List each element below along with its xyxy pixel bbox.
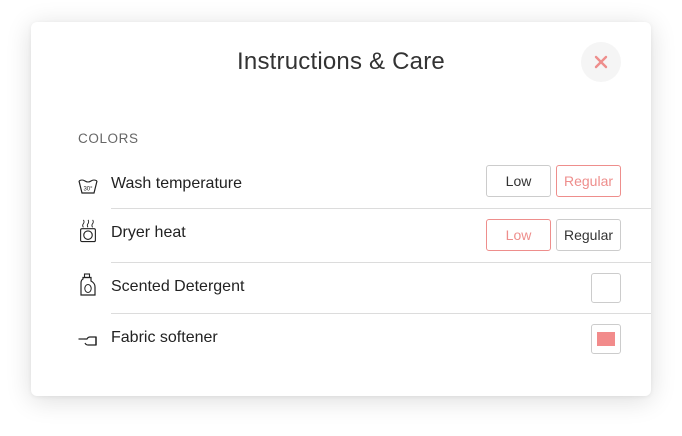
row-label: Dryer heat bbox=[111, 224, 186, 241]
svg-text:30°: 30° bbox=[83, 187, 93, 193]
close-button[interactable] bbox=[581, 42, 621, 82]
row-label: Fabric softener bbox=[111, 329, 218, 346]
checkbox-fill bbox=[597, 332, 615, 346]
close-icon bbox=[594, 55, 608, 69]
row-label: Scented Detergent bbox=[111, 278, 245, 295]
scented-detergent-checkbox[interactable] bbox=[591, 273, 621, 303]
row-wash-temperature: 30° Wash temperature Low Regular bbox=[31, 165, 651, 209]
wash-regular-option[interactable]: Regular bbox=[556, 165, 621, 197]
section-label-colors: COLORS bbox=[78, 131, 139, 146]
row-divider bbox=[111, 313, 651, 314]
iron-icon bbox=[78, 336, 97, 346]
row-divider bbox=[111, 208, 651, 209]
row-scented-detergent: Scented Detergent bbox=[31, 273, 651, 313]
detergent-bottle-icon bbox=[80, 273, 96, 296]
row-divider bbox=[111, 262, 651, 263]
wash-low-option[interactable]: Low bbox=[486, 165, 551, 197]
row-label: Wash temperature bbox=[111, 175, 243, 192]
instructions-care-dialog: Instructions & Care COLORS 30° Wash temp… bbox=[31, 22, 651, 396]
fabric-softener-checkbox[interactable] bbox=[591, 324, 621, 354]
row-fabric-softener: Fabric softener bbox=[31, 324, 651, 364]
dialog-title: Instructions & Care bbox=[237, 48, 445, 75]
row-dryer-heat: Dryer heat Low Regular bbox=[31, 219, 651, 263]
dryer-icon bbox=[80, 219, 96, 243]
dryer-low-option[interactable]: Low bbox=[486, 219, 551, 251]
wash-30-icon: 30° bbox=[78, 179, 98, 194]
dryer-regular-option[interactable]: Regular bbox=[556, 219, 621, 251]
